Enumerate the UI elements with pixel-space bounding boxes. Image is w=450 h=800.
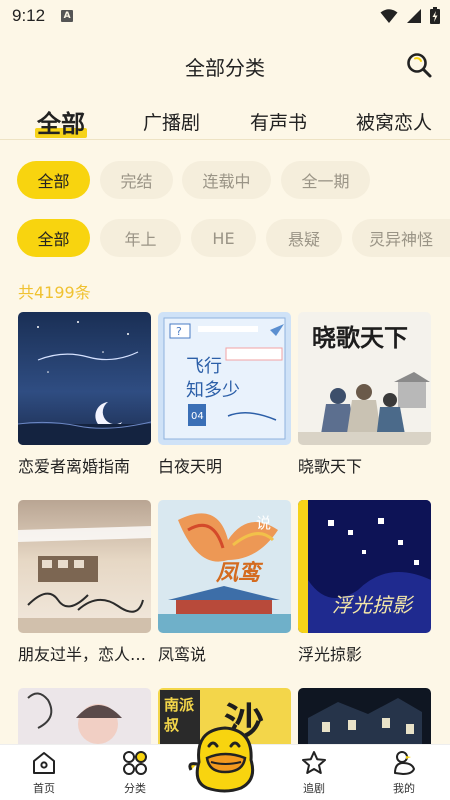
svg-text:南派: 南派 <box>164 696 195 714</box>
title-bar: 全部分类 <box>0 44 450 88</box>
tab-bed-lover[interactable]: 被窝恋人 <box>356 108 432 135</box>
svg-text:晓歌天下: 晓歌天下 <box>312 323 408 352</box>
category-icon <box>123 751 147 775</box>
page-title: 全部分类 <box>185 56 265 80</box>
book-card[interactable]: 晓歌天下 晓歌天下 <box>298 312 431 477</box>
book-title: 晓歌天下 <box>298 457 363 476</box>
notification-icon: A <box>61 10 74 22</box>
book-title: 凤鸾说 <box>158 645 207 664</box>
tabs-divider <box>0 139 450 140</box>
status-filter-row: 全部 完结 连载中 全一期 <box>0 161 450 199</box>
filter-status-single[interactable]: 全一期 <box>281 161 370 199</box>
book-card[interactable]: ? 飞行 知多少 04 白夜天明 <box>158 312 291 477</box>
svg-text:浮光掠影: 浮光掠影 <box>332 593 415 617</box>
nav-label: 分类 <box>124 782 146 795</box>
category-tabs: 全部 广播剧 有声书 被窝恋人 <box>0 104 450 140</box>
home-icon <box>33 752 55 774</box>
book-cover[interactable]: ? 飞行 知多少 04 <box>158 312 291 445</box>
svg-text:凤鸾: 凤鸾 <box>215 560 264 586</box>
svg-text:说: 说 <box>256 514 271 532</box>
tab-all[interactable]: 全部 <box>35 104 87 139</box>
filter-genre-he[interactable]: HE <box>191 219 256 257</box>
search-button[interactable] <box>404 50 434 80</box>
svg-text:飞行: 飞行 <box>186 356 222 377</box>
book-card[interactable] <box>298 688 431 744</box>
svg-text:04: 04 <box>191 411 204 422</box>
nav-home[interactable]: 首页 <box>14 749 74 796</box>
book-title: 浮光掠影 <box>298 645 363 664</box>
filter-status-ongoing[interactable]: 连载中 <box>182 161 271 199</box>
book-cover[interactable]: 凤鸾 说 <box>158 500 291 633</box>
tab-label: 有声书 <box>250 112 308 134</box>
nav-label: 首页 <box>33 782 55 795</box>
nav-profile[interactable]: 我的 <box>374 749 434 796</box>
center-mascot-button[interactable] <box>185 722 265 794</box>
book-cover[interactable]: 浮光掠影 <box>298 500 431 633</box>
filter-status-complete[interactable]: 完结 <box>100 161 173 199</box>
svg-text:?: ? <box>176 325 182 338</box>
tab-label: 全部 <box>37 110 85 138</box>
filter-genre-all[interactable]: 全部 <box>17 219 90 257</box>
status-bar: 9:12 A <box>0 0 450 32</box>
book-card[interactable] <box>18 688 151 744</box>
nav-label: 追剧 <box>303 782 325 795</box>
duck-mascot-icon <box>188 726 255 793</box>
tab-label: 被窝恋人 <box>356 112 433 134</box>
book-cover[interactable] <box>18 500 151 633</box>
status-icons <box>380 7 440 24</box>
book-cover[interactable] <box>18 312 151 445</box>
svg-text:叔: 叔 <box>164 716 180 734</box>
book-cover[interactable]: 晓歌天下 <box>298 312 431 445</box>
battery-icon <box>430 7 440 24</box>
nav-category[interactable]: 分类 <box>105 749 165 796</box>
status-time: 9:12 <box>12 6 46 25</box>
star-icon <box>302 751 326 774</box>
svg-text:知多少: 知多少 <box>186 380 240 401</box>
profile-duck-icon <box>394 751 415 775</box>
genre-filter-row: 全部 年上 HE 悬疑 灵异神怪 <box>0 219 450 257</box>
book-title: 朋友过半，恋人未满 <box>18 645 151 664</box>
nav-following[interactable]: 追剧 <box>284 749 344 796</box>
filter-status-all[interactable]: 全部 <box>17 161 90 199</box>
nav-label: 我的 <box>393 782 415 795</box>
tab-audiobook[interactable]: 有声书 <box>250 108 307 135</box>
book-card[interactable]: 朋友过半，恋人未满 <box>18 500 151 665</box>
filter-genre-older[interactable]: 年上 <box>100 219 181 257</box>
book-cover[interactable] <box>18 688 151 744</box>
filter-genre-supernatural[interactable]: 灵异神怪 <box>352 219 450 257</box>
book-card[interactable]: 浮光掠影 浮光掠影 <box>298 500 431 665</box>
filter-genre-mystery[interactable]: 悬疑 <box>266 219 342 257</box>
wifi-icon <box>380 8 398 23</box>
signal-icon <box>407 8 421 23</box>
result-count: 共4199条 <box>18 283 91 302</box>
tab-radio-drama[interactable]: 广播剧 <box>143 108 200 135</box>
book-title: 恋爱者离婚指南 <box>18 457 131 476</box>
book-card[interactable]: 恋爱者离婚指南 <box>18 312 151 477</box>
book-title: 白夜天明 <box>158 457 223 476</box>
search-icon <box>407 53 432 78</box>
tab-label: 广播剧 <box>143 112 201 134</box>
book-cover[interactable] <box>298 688 431 744</box>
book-card[interactable]: 凤鸾 说 凤鸾说 <box>158 500 291 665</box>
